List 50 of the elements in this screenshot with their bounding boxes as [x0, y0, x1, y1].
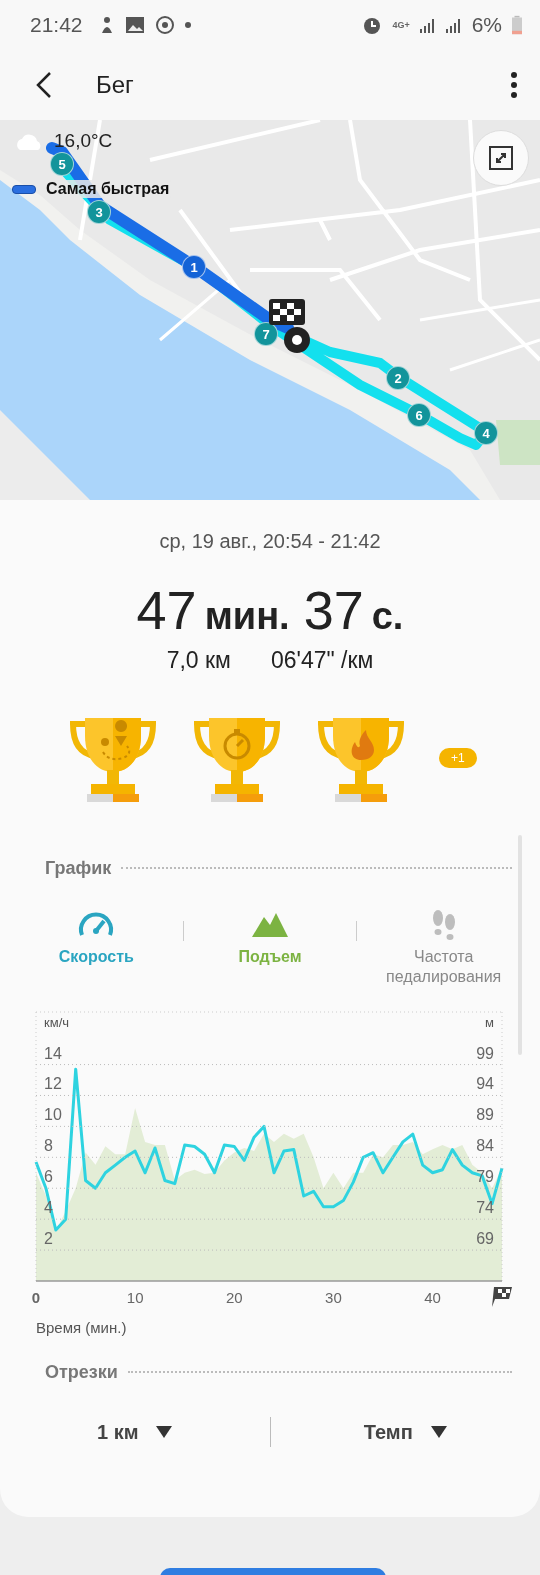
alarm-icon — [362, 15, 383, 35]
page-title: Бег — [96, 71, 135, 99]
start-point-icon — [283, 326, 311, 354]
axis-label: 12 — [44, 1075, 62, 1093]
duration-text: 47 мин. 37 с. — [135, 579, 405, 641]
axis-label: 10 — [44, 1106, 62, 1124]
axis-label: 6 — [44, 1168, 53, 1186]
legend-swatch — [12, 184, 36, 194]
status-time: 21:42 — [30, 13, 83, 37]
caret-icon — [430, 1426, 447, 1438]
distance-value: 7,0 км — [166, 647, 231, 674]
pace-value: 06'47" /км — [270, 647, 374, 674]
sync-icon — [154, 15, 175, 35]
axis-label: 84 — [476, 1137, 494, 1155]
legend-label: Самая быстрая — [44, 180, 172, 198]
axis-title: м — [485, 1015, 494, 1030]
section-title: Отрезки — [45, 1362, 118, 1383]
axis-label: 10 — [126, 1289, 144, 1306]
chart-tab[interactable]: Скорость — [10, 909, 183, 967]
axis-label: 20 — [225, 1289, 243, 1306]
battery-level: 6% — [471, 13, 502, 37]
finish-flag-icon — [492, 1287, 512, 1307]
workout-date: ср, 19 авг., 20:54 - 21:42 — [158, 530, 382, 553]
temperature: 16,0°C — [54, 130, 113, 152]
axis-label: 8 — [44, 1137, 53, 1155]
chart-tab[interactable]: Частота педалирования — [357, 909, 530, 987]
x-axis-title: Время (мин.) — [35, 1319, 128, 1336]
axis-label: 14 — [44, 1044, 62, 1062]
axis-label: 74 — [476, 1199, 494, 1217]
axis-label: 40 — [424, 1289, 441, 1306]
more-options-icon[interactable] — [510, 72, 518, 98]
network-type: 4G+ — [392, 20, 410, 30]
chart-tab[interactable]: Подъем — [183, 909, 357, 967]
expand-icon — [489, 146, 513, 170]
dot-icon — [184, 22, 191, 28]
section-title: График — [45, 858, 112, 879]
axis-label: 94 — [476, 1075, 494, 1093]
axis-label: 2 — [44, 1230, 53, 1248]
axis-label: 30 — [325, 1289, 342, 1306]
axis-label: 69 — [476, 1230, 494, 1248]
axis-title: км/ч — [44, 1015, 69, 1030]
dropdown[interactable]: 1 км — [0, 1420, 270, 1444]
dropdown[interactable]: Темп — [270, 1420, 540, 1444]
image-icon — [124, 15, 145, 35]
battery-icon — [512, 15, 522, 35]
caret-icon — [156, 1426, 173, 1438]
axis-label: 0 — [31, 1289, 41, 1306]
axis-label: 89 — [476, 1106, 494, 1124]
more-badge[interactable]: +1 — [439, 748, 477, 768]
axis-label: 99 — [476, 1044, 494, 1062]
